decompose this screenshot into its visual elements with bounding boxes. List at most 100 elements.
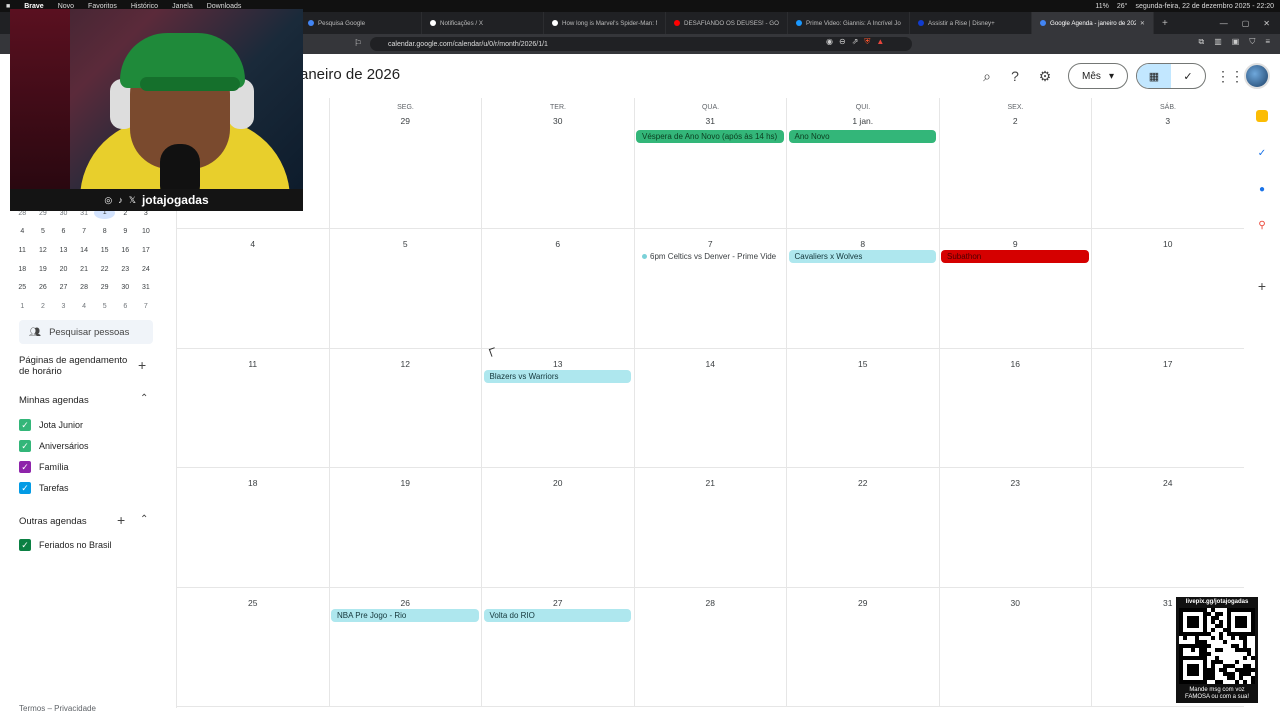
day-number[interactable]: 29 (787, 598, 939, 608)
mini-calendar-day[interactable]: 20 (53, 266, 74, 273)
mini-calendar-day[interactable]: 22 (94, 266, 115, 273)
tasks-icon[interactable]: ✓ (1256, 148, 1268, 160)
brave-rewards-icon[interactable]: ▲ (876, 37, 884, 47)
help-icon[interactable]: ? (1006, 67, 1024, 85)
battery-status[interactable]: 11% (1095, 3, 1109, 10)
mini-calendar-day[interactable]: 31 (136, 284, 157, 291)
mini-calendar-day[interactable]: 23 (115, 266, 136, 273)
day-number[interactable]: 13 (482, 359, 634, 369)
day-number[interactable]: 14 (635, 359, 787, 369)
day-number[interactable]: 30 (940, 598, 1092, 608)
event-chip[interactable]: Volta do RIO (483, 608, 631, 622)
day-number[interactable]: 31 (635, 116, 787, 126)
checkbox-icon[interactable]: ✓ (19, 539, 31, 551)
day-number[interactable]: 27 (482, 598, 634, 608)
day-cell[interactable]: 31 (634, 98, 787, 229)
mini-calendar-day[interactable]: 28 (74, 284, 95, 291)
day-cell[interactable]: 30 (939, 587, 1092, 707)
mini-calendar-day[interactable]: 6 (53, 228, 74, 235)
browser-tab[interactable]: DESAFIANDO OS DEUSES! - GOD O (666, 12, 788, 34)
browser-tab[interactable]: Pesquisa Google (300, 12, 422, 34)
view-select[interactable]: Mês ▾ (1068, 63, 1128, 89)
other-calendars-title[interactable]: Outras agendas (19, 516, 87, 527)
footer-links[interactable]: Termos – Privacidade (19, 704, 96, 713)
day-number[interactable]: 2 (940, 116, 1092, 126)
mini-calendar-day[interactable]: 14 (74, 247, 95, 254)
event-chip[interactable]: NBA Pre Jogo - Rio (331, 608, 479, 622)
people-search[interactable]: 👥︎ Pesquisar pessoas (19, 320, 153, 344)
day-cell[interactable]: 21 (634, 468, 787, 588)
day-number[interactable]: 12 (330, 359, 482, 369)
day-cell[interactable]: 30 (482, 98, 635, 229)
mini-calendar-day[interactable]: 21 (74, 266, 95, 273)
mini-calendar-day[interactable]: 4 (74, 303, 95, 310)
mini-calendar-day[interactable]: 16 (115, 247, 136, 254)
day-cell[interactable]: 13 (482, 348, 635, 468)
brave-shield-icon[interactable]: ⛨ (864, 37, 870, 47)
day-number[interactable]: 8 (787, 239, 939, 249)
day-number[interactable]: 28 (635, 598, 787, 608)
day-number[interactable]: 22 (787, 478, 939, 488)
day-cell[interactable]: 18 (177, 468, 330, 588)
search-icon[interactable]: ⌕ (978, 67, 996, 85)
close-window-icon[interactable]: ✕ (1263, 19, 1270, 28)
checkbox-icon[interactable]: ✓ (19, 461, 31, 473)
day-cell[interactable]: 3 (1092, 98, 1245, 229)
mini-calendar-day[interactable]: 4 (12, 228, 33, 235)
calendar-list-item[interactable]: ✓ Feriados no Brasil (19, 539, 112, 551)
browser-tab[interactable]: How long is Marvel's Spider-Man: M (544, 12, 666, 34)
maximize-icon[interactable]: ▢ (1242, 19, 1250, 28)
day-cell[interactable]: 9 (939, 229, 1092, 349)
checkbox-icon[interactable]: ✓ (19, 482, 31, 494)
share-icon[interactable]: ⇗ (852, 37, 859, 47)
close-tab-icon[interactable]: ✕ (1140, 20, 1145, 27)
mini-calendar-day[interactable]: 19 (33, 266, 54, 273)
day-number[interactable]: 6 (482, 239, 634, 249)
add-addon-icon[interactable]: + (1256, 279, 1268, 293)
checkbox-icon[interactable]: ✓ (19, 440, 31, 452)
day-cell[interactable]: 24 (1092, 468, 1245, 588)
minimize-icon[interactable]: — (1220, 19, 1228, 28)
day-number[interactable]: 15 (787, 359, 939, 369)
event-chip[interactable]: Ano Novo (788, 130, 936, 143)
weather-status[interactable]: 26° (1117, 3, 1128, 10)
mini-calendar-day[interactable]: 13 (53, 247, 74, 254)
day-number[interactable]: 21 (635, 478, 787, 488)
day-cell[interactable]: 11 (177, 348, 330, 468)
extensions-icon[interactable]: ⧉ (1198, 37, 1204, 47)
mini-calendar-day[interactable]: 2 (33, 303, 54, 310)
calendar-list-item[interactable]: ✓ Jota Junior (19, 419, 83, 431)
day-number[interactable]: 7 (635, 239, 787, 249)
mini-calendar-day[interactable]: 27 (53, 284, 74, 291)
mini-calendar-day[interactable]: 30 (115, 284, 136, 291)
mini-calendar-day[interactable]: 7 (136, 303, 157, 310)
browser-tab[interactable]: Prime Video: Giannis: A Incrível Jorn (788, 12, 910, 34)
day-cell[interactable]: 2 (939, 98, 1092, 229)
my-calendars-title[interactable]: Minhas agendas (19, 395, 89, 406)
mini-calendar-day[interactable]: 1 (12, 303, 33, 310)
sidebar-icon[interactable]: ▥ (1214, 37, 1222, 47)
event-chip[interactable]: Cavaliers x Wolves (788, 250, 936, 263)
mini-calendar-day[interactable]: 12 (33, 247, 54, 254)
day-number[interactable]: 18 (177, 478, 329, 488)
mini-calendar-day[interactable]: 5 (33, 228, 54, 235)
wallet-icon[interactable]: ▣ (1232, 37, 1240, 47)
mini-calendar-day[interactable]: 9 (115, 228, 136, 235)
day-number[interactable]: 5 (330, 239, 482, 249)
day-cell[interactable]: 22 (787, 468, 940, 588)
day-cell[interactable]: 27 (482, 587, 635, 707)
event-chip[interactable]: Blazers vs Warriors (483, 369, 631, 383)
collapse-other-icon[interactable]: ⌃ (140, 514, 148, 525)
contacts-icon[interactable]: ● (1256, 184, 1268, 196)
clock[interactable]: segunda-feira, 22 de dezembro 2025 - 22:… (1135, 3, 1274, 10)
day-number[interactable]: 26 (330, 598, 482, 608)
mini-calendar-day[interactable]: 18 (12, 266, 33, 273)
day-cell[interactable]: 15 (787, 348, 940, 468)
mini-calendar-day[interactable]: 3 (53, 303, 74, 310)
mini-calendar-day[interactable]: 11 (12, 247, 33, 254)
day-cell[interactable]: 29 (787, 587, 940, 707)
day-number[interactable]: 25 (177, 598, 329, 608)
mini-calendar-day[interactable]: 17 (136, 247, 157, 254)
day-cell[interactable]: 7 (634, 229, 787, 349)
day-cell[interactable]: 10 (1092, 229, 1245, 349)
